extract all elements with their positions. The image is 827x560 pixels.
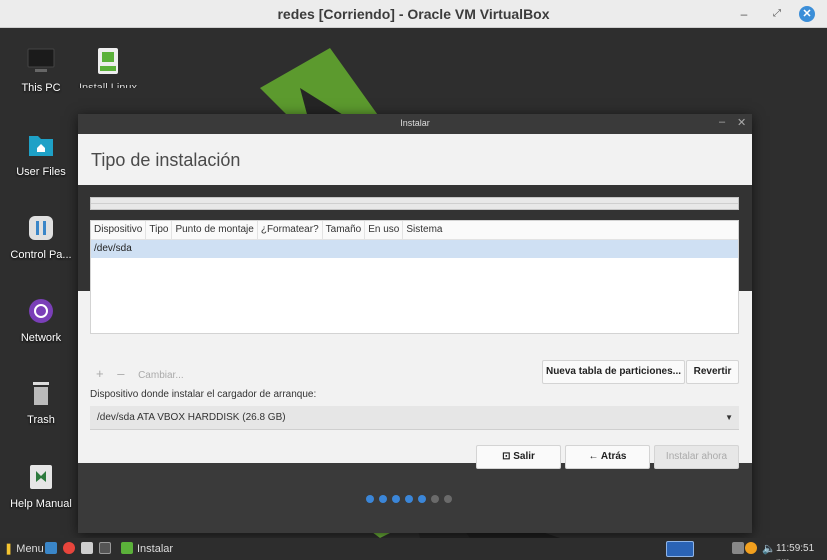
terminal-icon[interactable] bbox=[99, 542, 111, 554]
folder-home-icon bbox=[29, 136, 53, 156]
trash-icon bbox=[33, 382, 49, 405]
progress-dot-done bbox=[405, 495, 413, 503]
menu-button[interactable]: ❚ Menu bbox=[4, 542, 44, 556]
installer-body: Tipo de instalación Dispositivo Tipo Pun… bbox=[78, 134, 752, 469]
control-panel-icon bbox=[29, 216, 53, 240]
installer-minimize-button[interactable]: – bbox=[719, 116, 725, 128]
menu-icon: ❚ bbox=[4, 543, 14, 555]
column-header[interactable]: Tipo bbox=[146, 221, 173, 239]
chevron-down-icon: ▼ bbox=[725, 413, 733, 422]
bootloader-device-value: /dev/sda ATA VBOX HARDDISK (26.8 GB) bbox=[97, 412, 286, 423]
show-desktop-icon[interactable] bbox=[45, 542, 57, 554]
revert-button[interactable]: Revertir bbox=[686, 360, 739, 384]
workspace-switcher[interactable] bbox=[666, 541, 694, 557]
desktop-icon-label: Network bbox=[20, 332, 62, 344]
files-icon[interactable] bbox=[81, 542, 93, 554]
partition-table-header: Dispositivo Tipo Punto de montaje ¿Forma… bbox=[91, 221, 738, 240]
host-minimize-button[interactable]: – bbox=[736, 6, 752, 22]
new-partition-table-button[interactable]: Nueva tabla de particiones... bbox=[542, 360, 685, 384]
menu-label: Menu bbox=[16, 543, 44, 555]
progress-dots bbox=[366, 492, 457, 503]
column-header[interactable]: ¿Formatear? bbox=[258, 221, 323, 239]
progress-dot-pending bbox=[444, 495, 452, 503]
column-header[interactable]: Punto de montaje bbox=[172, 221, 258, 239]
desktop-icon-label: Control Pa... bbox=[10, 249, 72, 261]
installer-close-button[interactable]: ✕ bbox=[737, 116, 746, 129]
change-partition-button[interactable]: Cambiar... bbox=[138, 370, 184, 381]
table-cell-device: /dev/sda bbox=[94, 243, 132, 254]
column-header[interactable]: Dispositivo bbox=[91, 221, 147, 239]
progress-dot-pending bbox=[431, 495, 439, 503]
taskbar: ❚ Menu Instalar 🔈 11:59:51 pm bbox=[0, 538, 827, 560]
page-title: Tipo de instalación bbox=[91, 150, 241, 170]
host-close-button[interactable]: ✕ bbox=[799, 6, 815, 22]
desktop-icon-label: Help Manual bbox=[10, 498, 72, 510]
help-manual-icon bbox=[30, 465, 52, 489]
computer-icon bbox=[27, 48, 55, 72]
clipboard-icon[interactable] bbox=[732, 542, 744, 554]
desktop-icon-control-panel[interactable]: Control Pa... bbox=[0, 213, 82, 261]
update-icon[interactable] bbox=[745, 542, 757, 554]
table-row[interactable]: /dev/sda bbox=[91, 240, 738, 258]
host-window-title: redes [Corriendo] - Oracle VM VirtualBox bbox=[277, 6, 550, 22]
partition-tools: + – Cambiar... bbox=[96, 366, 194, 381]
desktop-icon-install[interactable]: Install Linux bbox=[67, 46, 149, 88]
column-header[interactable]: Tamaño bbox=[323, 221, 366, 239]
quit-button-label: Salir bbox=[513, 451, 535, 462]
progress-dot-done bbox=[379, 495, 387, 503]
desktop-icon-user-files[interactable]: User Files bbox=[0, 130, 82, 178]
progress-dot-done bbox=[366, 495, 374, 503]
taskbar-task-installer[interactable]: Instalar bbox=[137, 542, 173, 556]
exit-icon: ⊡ bbox=[502, 451, 511, 462]
desktop-icon-trash[interactable]: Trash bbox=[0, 378, 82, 426]
progress-dot-done bbox=[392, 495, 400, 503]
guest-desktop: This PC Install Linux User Files Control… bbox=[0, 28, 827, 538]
progress-dot-done bbox=[418, 495, 426, 503]
back-button[interactable]: ← Atrás bbox=[565, 445, 650, 469]
partition-table[interactable]: Dispositivo Tipo Punto de montaje ¿Forma… bbox=[90, 220, 739, 334]
installer-window: Instalar – ✕ Tipo de instalación Disposi… bbox=[78, 114, 752, 533]
browser-icon[interactable] bbox=[63, 542, 75, 554]
network-icon bbox=[29, 299, 53, 323]
installer-window-title: Instalar bbox=[400, 118, 430, 128]
column-header[interactable]: Sistema bbox=[403, 221, 445, 239]
host-maximize-button[interactable]: ⤢ bbox=[769, 6, 785, 22]
host-titlebar: redes [Corriendo] - Oracle VM VirtualBox… bbox=[0, 0, 827, 28]
desktop-icon-help-manual[interactable]: Help Manual bbox=[0, 462, 82, 510]
remove-partition-button[interactable]: – bbox=[117, 366, 124, 381]
clock[interactable]: 11:59:51 pm bbox=[776, 542, 827, 560]
installer-task-icon bbox=[121, 542, 133, 554]
desktop-icon-label: Trash bbox=[27, 414, 55, 426]
desktop-icon-network[interactable]: Network bbox=[0, 296, 82, 344]
partition-bar bbox=[90, 197, 739, 210]
install-icon bbox=[98, 48, 118, 74]
add-partition-button[interactable]: + bbox=[96, 366, 104, 381]
quit-button[interactable]: ⊡ Salir bbox=[476, 445, 561, 469]
install-now-button[interactable]: Instalar ahora bbox=[654, 445, 739, 469]
desktop-icon-label: User Files bbox=[16, 166, 66, 178]
bootloader-label: Dispositivo donde instalar el cargador d… bbox=[90, 389, 317, 400]
installer-titlebar: Instalar – ✕ bbox=[78, 114, 752, 134]
desktop-icon-label: Install Linux bbox=[78, 82, 138, 88]
column-header[interactable]: En uso bbox=[365, 221, 404, 239]
bootloader-device-select[interactable]: /dev/sda ATA VBOX HARDDISK (26.8 GB) ▼ bbox=[90, 406, 739, 430]
volume-icon[interactable]: 🔈 bbox=[762, 542, 776, 556]
